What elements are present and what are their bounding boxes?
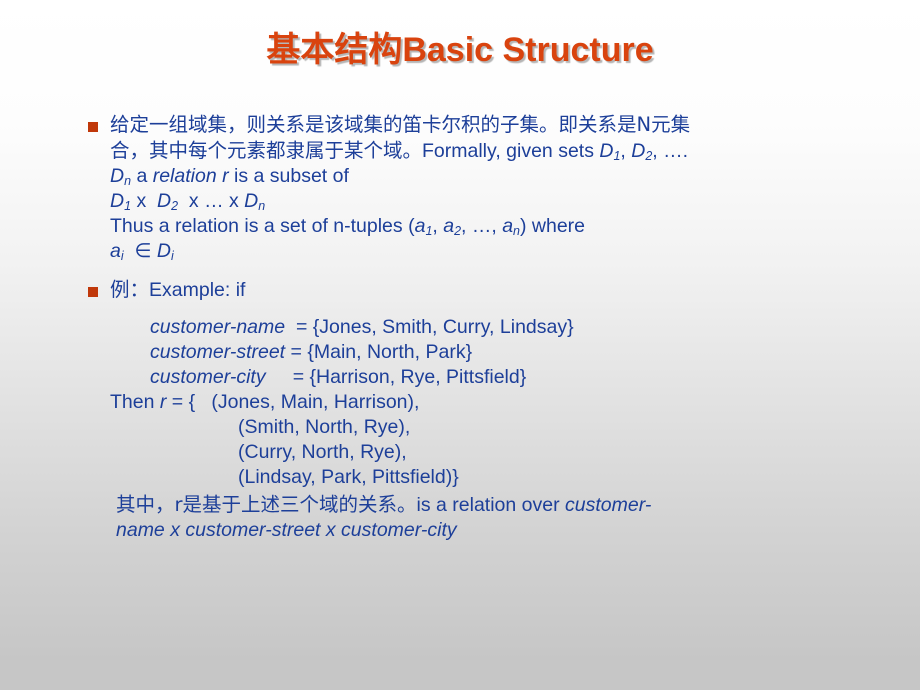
relation-summary-italic-2: name x customer-street x customer-city bbox=[116, 519, 457, 541]
relation-first-tuple-row: Then r = { (Jones, Main, Harrison), bbox=[110, 390, 884, 415]
relation-open-brace: = { bbox=[166, 391, 212, 413]
page-title: 基本结构Basic Structure bbox=[0, 22, 920, 71]
relation-summary-line-1: 其中，r是基于上述三个域的关系。is a relation over custo… bbox=[116, 493, 652, 516]
example-label-cn: 例： bbox=[110, 278, 150, 301]
tuple-where: ) where bbox=[519, 215, 586, 237]
relation-summary-italic-1: customer- bbox=[565, 494, 652, 516]
domain-row: customer-street = {Main, North, Park} bbox=[110, 340, 884, 365]
domain-values: = {Harrison, Rye, Pittsfield} bbox=[292, 366, 527, 388]
domain-name-label: customer-name bbox=[150, 316, 286, 338]
definition-text-cn-1: 给定一组域集，则关系是该域集的笛卡尔积的子集。即关系是N元集 bbox=[110, 113, 691, 136]
member-di: D bbox=[156, 240, 171, 262]
cartesian-times-2: x … x bbox=[178, 190, 245, 212]
example-label-en: Example: if bbox=[149, 279, 246, 301]
bullet-item-definition: 给定一组域集，则关系是该域集的笛卡尔积的子集。即关系是N元集 合，其中每个元素都… bbox=[84, 112, 884, 264]
example-heading: 例：Example: if bbox=[110, 277, 884, 303]
set-separator-1: , bbox=[620, 140, 632, 162]
relation-r-phrase: relation r bbox=[152, 165, 229, 187]
tuple-a2-subscript: 2 bbox=[454, 224, 462, 239]
ntuple-phrase: Thus a relation is a set of n-tuples ( bbox=[110, 215, 415, 237]
definition-line-5-tuples: Thus a relation is a set of n-tuples (a1… bbox=[110, 214, 884, 239]
domain-gap bbox=[266, 366, 293, 388]
slide-body: 给定一组域集，则关系是该域集的笛卡尔积的子集。即关系是N元集 合，其中每个元素都… bbox=[84, 112, 884, 543]
then-label: Then bbox=[110, 391, 160, 413]
member-di-subscript: i bbox=[170, 249, 174, 264]
cartesian-d2: D bbox=[157, 190, 172, 212]
domain-row: customer-name = {Jones, Smith, Curry, Li… bbox=[110, 315, 884, 340]
relation-tuple: (Lindsay, Park, Pittsfield)} bbox=[238, 466, 459, 488]
tuple-an-subscript: n bbox=[513, 224, 520, 239]
element-of-icon: ∈ bbox=[123, 240, 157, 262]
domain-name-label: customer-street bbox=[150, 341, 286, 363]
example-block: customer-name = {Jones, Smith, Curry, Li… bbox=[84, 315, 884, 543]
definition-line-4-cartesian: D1 x D2 x … x Dn bbox=[110, 189, 884, 214]
page-title-chinese: 基本结构 bbox=[266, 30, 403, 70]
tuple-a1: a bbox=[414, 215, 426, 237]
member-ai: a bbox=[110, 240, 121, 262]
relation-summary-en: is a relation over bbox=[416, 494, 566, 516]
definition-line-2: 合，其中每个元素都隶属于某个域。Formally, given sets D1,… bbox=[110, 138, 884, 164]
relation-tuple: (Smith, North, Rye), bbox=[238, 416, 411, 438]
cartesian-d1: D bbox=[110, 190, 125, 212]
relation-summary-cn: 其中，r是基于上述三个域的关系。 bbox=[116, 493, 417, 516]
relation-tuple-row: (Lindsay, Park, Pittsfield)} bbox=[110, 465, 884, 490]
tuple-an: a bbox=[502, 215, 514, 237]
relation-tuple: (Jones, Main, Harrison), bbox=[211, 391, 420, 413]
cartesian-times-1: x bbox=[131, 190, 158, 212]
cartesian-dn: D bbox=[244, 190, 259, 212]
domain-values: = {Main, North, Park} bbox=[290, 341, 473, 363]
cartesian-d1-subscript: 1 bbox=[124, 199, 132, 214]
definition-line-6-membership: ai ∈ Di bbox=[110, 239, 884, 264]
domain-values: = {Jones, Smith, Curry, Lindsay} bbox=[295, 316, 574, 338]
tuple-a2: a bbox=[443, 215, 455, 237]
set-dn-subscript: n bbox=[124, 174, 132, 189]
cartesian-dn-subscript: n bbox=[258, 199, 266, 214]
domain-gap bbox=[285, 316, 296, 338]
tuple-comma-2: , …, bbox=[461, 215, 503, 237]
set-ellipsis: , …. bbox=[652, 140, 689, 162]
set-dn-symbol: D bbox=[110, 165, 125, 187]
subset-phrase: is a subset of bbox=[228, 165, 349, 187]
definition-line-3: Dn a relation r is a subset of bbox=[110, 164, 884, 189]
square-bullet-icon bbox=[88, 287, 98, 297]
relation-tuple-row: (Smith, North, Rye), bbox=[110, 415, 884, 440]
relation-tuple-row: (Curry, North, Rye), bbox=[110, 440, 884, 465]
set-d1-symbol: D bbox=[599, 140, 614, 162]
page-title-english: Basic Structure bbox=[402, 31, 654, 69]
relation-summary: 其中，r是基于上述三个域的关系。is a relation over custo… bbox=[110, 492, 884, 543]
bullet-item-example: 例：Example: if bbox=[84, 277, 884, 303]
domain-name-label: customer-city bbox=[150, 366, 266, 388]
definition-line-1: 给定一组域集，则关系是该域集的笛卡尔积的子集。即关系是N元集 bbox=[110, 112, 884, 138]
formally-label: Formally, given sets bbox=[422, 140, 600, 162]
square-bullet-icon bbox=[88, 122, 98, 132]
article-a: a bbox=[131, 165, 153, 187]
tuple-comma-1: , bbox=[432, 215, 444, 237]
set-d2-symbol: D bbox=[631, 140, 646, 162]
domain-row: customer-city = {Harrison, Rye, Pittsfie… bbox=[110, 365, 884, 390]
relation-tuple: (Curry, North, Rye), bbox=[238, 441, 407, 463]
slide-canvas: 基本结构Basic Structure 给定一组域集，则关系是该域集的笛卡尔积的… bbox=[0, 0, 920, 690]
definition-text-cn-2: 合，其中每个元素都隶属于某个域。 bbox=[110, 139, 423, 162]
